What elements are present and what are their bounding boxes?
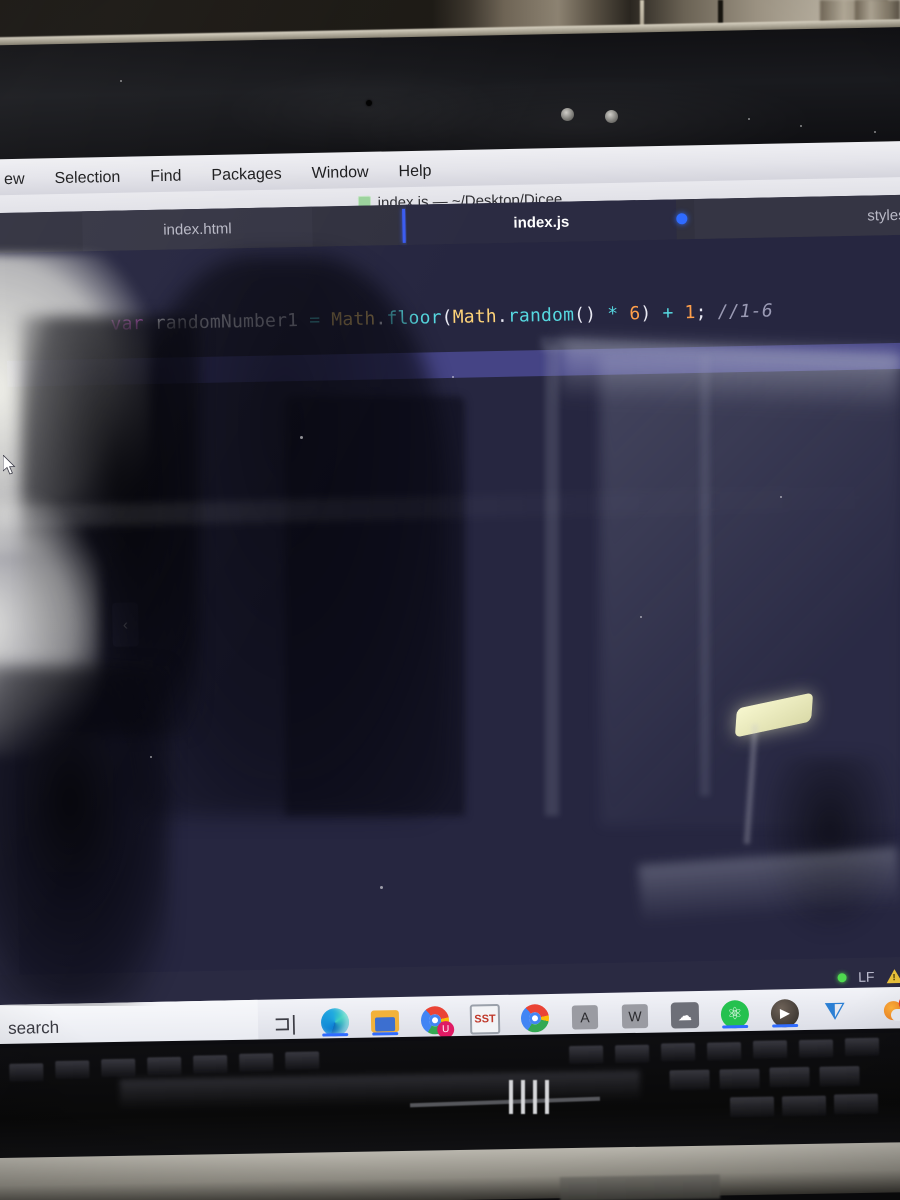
reflected-window-frame <box>545 346 559 816</box>
file-explorer-icon[interactable] <box>370 1006 401 1037</box>
dust-speck <box>120 80 122 82</box>
menu-item-help[interactable]: Help <box>398 163 431 182</box>
reflected-desk <box>638 847 900 925</box>
reflected-utensil <box>409 1080 601 1126</box>
reflected-ceiling-glow <box>559 340 900 412</box>
reflected-person-silhouette <box>120 256 450 816</box>
webcam-sensor-icon <box>605 110 618 123</box>
menu-item-selection[interactable]: Selection <box>54 169 120 188</box>
menu-item-window[interactable]: Window <box>312 164 369 183</box>
reflected-shadow-left-2 <box>0 666 170 1006</box>
menu-item-view[interactable]: ew <box>4 171 25 189</box>
reflected-light-pole <box>743 723 759 845</box>
menu-item-find[interactable]: Find <box>150 168 181 187</box>
chrome-profile-icon[interactable]: U <box>420 1005 455 1039</box>
trackpad <box>559 1174 721 1200</box>
edge-icon[interactable] <box>320 1007 351 1038</box>
menu-item-packages[interactable]: Packages <box>211 166 282 185</box>
reflected-shadow-left <box>20 316 200 736</box>
adobe-acrobat-icon[interactable]: A <box>570 1002 601 1033</box>
webcam-lens-icon <box>561 108 574 121</box>
reflected-streak <box>0 485 900 529</box>
laptop-screen-photo: ew Selection Find Packages Window Help i… <box>0 0 900 1200</box>
webcam-indicator-icon <box>366 100 372 106</box>
reflected-window-light-left <box>0 254 150 554</box>
reflected-chair <box>760 756 900 936</box>
screen-reflections <box>0 196 900 1006</box>
reflected-ceiling-light <box>734 692 814 738</box>
mouse-cursor-icon <box>3 455 16 475</box>
chrome-icon[interactable] <box>520 1003 551 1034</box>
reflected-window-header <box>539 336 900 370</box>
dust-speck <box>800 125 802 127</box>
reflected-window-frame-2 <box>700 356 710 796</box>
sst-icon[interactable]: SST <box>469 1003 501 1035</box>
dust-speck <box>748 118 750 120</box>
reflected-dark-object <box>285 396 465 816</box>
reflected-window-light-left-2 <box>0 496 100 756</box>
reflected-wall <box>600 356 900 826</box>
dust-speck <box>874 131 876 133</box>
task-view-icon[interactable]: ⊐| <box>270 1008 301 1039</box>
